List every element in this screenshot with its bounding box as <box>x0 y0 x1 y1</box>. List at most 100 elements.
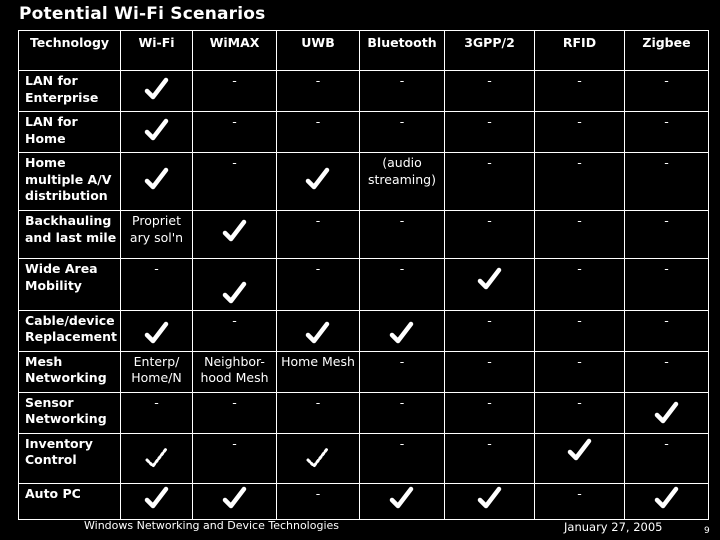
table-cell: - <box>624 152 709 211</box>
row-label: Home multiple A/V distribution <box>18 152 121 211</box>
table-cell: - <box>276 391 360 434</box>
dash-not-applicable: - <box>315 213 321 228</box>
table-row: Mesh Networking Enterp/ Home/N Neighbor-ho… <box>18 350 709 393</box>
dash-not-applicable: - <box>487 312 492 328</box>
table-cell: - <box>444 432 535 484</box>
checkmark-icon <box>389 486 415 515</box>
partial-checkmark-icon <box>144 446 170 475</box>
table-cell: - <box>534 210 625 259</box>
table-cell: - <box>359 391 445 434</box>
table-cell: - <box>359 111 445 153</box>
row-label: Inventory Control <box>18 432 121 484</box>
dash-not-applicable: - <box>399 394 405 410</box>
table-cell: - <box>276 111 360 153</box>
table-cell: - <box>624 111 709 153</box>
table-cell: - <box>534 258 625 311</box>
column-header: Zigbee <box>624 30 709 71</box>
table-cell: - <box>624 432 709 484</box>
table-cell: - <box>534 309 625 352</box>
checkmark-icon <box>567 438 593 467</box>
table-cell <box>276 309 360 352</box>
table-cell <box>120 432 193 484</box>
row-label: Sensor Networking <box>18 391 121 434</box>
dash-not-applicable: - <box>232 435 237 451</box>
dash-not-applicable: - <box>664 435 669 451</box>
table-cell: - <box>444 210 535 259</box>
checkmark-icon <box>654 401 680 430</box>
table-row: LAN for Enterprise - - - - - - <box>18 70 709 112</box>
table-cell: - <box>624 309 709 352</box>
dash-not-applicable: - <box>664 261 669 276</box>
dash-not-applicable: - <box>577 155 582 170</box>
table-cell: - <box>276 482 360 520</box>
slide-title: Potential Wi-Fi Scenarios <box>19 4 266 24</box>
checkmark-icon <box>144 167 170 196</box>
table-row: Sensor Networking - - - - - - <box>18 391 709 434</box>
checkmark-icon <box>144 486 170 515</box>
row-label: Backhauling and last mile <box>18 210 121 259</box>
checkmark-icon <box>305 167 331 196</box>
table-cell: - <box>444 350 535 393</box>
scenarios-table: Technology Wi-Fi WiMAX UWB Bluetooth 3GPP/2 RF… <box>18 30 709 520</box>
column-header-label: RFID <box>562 35 597 50</box>
dash-not-applicable: - <box>577 261 582 276</box>
column-header: WiMAX <box>192 30 277 71</box>
table-header-row: Technology Wi-Fi WiMAX UWB Bluetooth 3GPP/2 RF… <box>18 30 709 71</box>
dash-not-applicable: - <box>232 73 237 88</box>
table-cell: - <box>624 258 709 311</box>
dash-not-applicable: - <box>487 213 492 228</box>
table-cell: - <box>624 210 709 259</box>
column-header: UWB <box>276 30 360 71</box>
checkmark-icon <box>222 486 248 515</box>
table-cell: - <box>534 350 625 393</box>
table-cell: - <box>359 432 445 484</box>
column-header-label: Technology <box>29 35 110 50</box>
table-cell <box>120 482 193 520</box>
dash-not-applicable: - <box>577 394 582 410</box>
dash-not-applicable: - <box>487 73 492 88</box>
dash-not-applicable: - <box>232 155 237 170</box>
checkmark-icon <box>144 321 170 350</box>
table-cell <box>276 152 360 211</box>
row-label: Auto PC <box>18 482 121 520</box>
table-cell: Home Mesh <box>276 350 360 393</box>
row-label: LAN for Enterprise <box>18 70 121 112</box>
table-cell: - <box>624 350 709 393</box>
table-cell: - <box>359 258 445 311</box>
row-label: Wide Area Mobility <box>18 258 121 311</box>
table-row: Inventory Control - - - - <box>18 432 709 484</box>
table-cell: - <box>192 70 277 112</box>
table-row: Home multiple A/V distribution - (audio st… <box>18 152 709 211</box>
table-cell <box>624 482 709 520</box>
footer-date: January 27, 2005 <box>564 520 663 534</box>
dash-not-applicable: - <box>154 394 159 410</box>
table-cell <box>120 111 193 153</box>
footer-text: Windows Networking and Device Technologi… <box>84 519 340 532</box>
table-cell <box>120 70 193 112</box>
dash-not-applicable: - <box>577 353 582 369</box>
dash-not-applicable: - <box>664 73 669 88</box>
column-header-label: WiMAX <box>209 35 260 50</box>
table-cell <box>120 152 193 211</box>
dash-not-applicable: - <box>577 114 582 129</box>
checkmark-icon <box>222 219 248 248</box>
table-cell <box>192 482 277 520</box>
table-cell <box>624 391 709 434</box>
dash-not-applicable: - <box>232 312 237 328</box>
table-cell <box>359 482 445 520</box>
table-cell <box>444 258 535 311</box>
column-header: 3GPP/2 <box>444 30 535 71</box>
table-cell: - <box>534 391 625 434</box>
table-cell: - <box>276 70 360 112</box>
table-cell: - <box>120 258 193 311</box>
page-number: 9 <box>704 526 710 536</box>
table-row: Backhauling and last mile Propriet ary so… <box>18 210 709 259</box>
table-cell <box>444 482 535 520</box>
table-cell: - <box>276 210 360 259</box>
table-cell: - <box>444 111 535 153</box>
table-cell: - <box>534 111 625 153</box>
column-header: Wi-Fi <box>120 30 193 71</box>
dash-not-applicable: - <box>487 435 492 451</box>
table-cell: - <box>534 152 625 211</box>
table-cell: - <box>444 391 535 434</box>
